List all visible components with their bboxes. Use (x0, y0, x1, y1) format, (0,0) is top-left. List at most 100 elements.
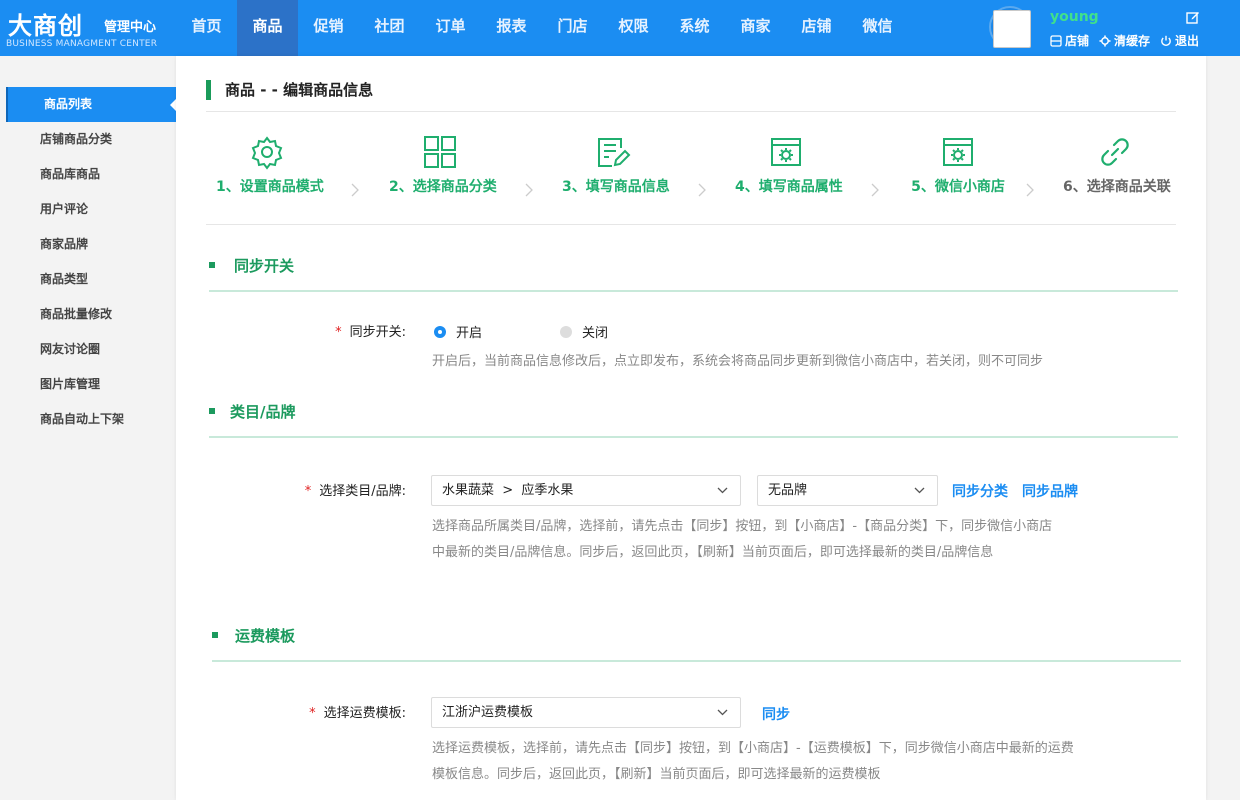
chevron-right-icon (525, 183, 533, 197)
chevron-right-icon (698, 183, 706, 197)
gear-icon (251, 136, 283, 170)
main-nav: 首页 商品 促销 社团 订单 报表 门店 权限 系统 商家 店铺 微信 (176, 0, 908, 56)
window-gear-icon (771, 138, 801, 166)
sync-switch-label-text: 同步开关: (349, 325, 406, 340)
step-2-label: 2、选择商品分类 (389, 179, 497, 195)
shipping-hint-line-2: 模板信息。同步后，返回此页，【刷新】当前页面后，即可选择最新的运费模板 (432, 767, 881, 782)
chevron-right-icon (871, 183, 879, 197)
brand-select-value: 无品牌 (768, 483, 808, 498)
sidebar-item-merchant-brands[interactable]: 商家品牌 (6, 227, 176, 262)
step-wizard: 1、设置商品模式 2、选择商品分类 3、填写商品信息 4、填写商品属性 5、微信… (206, 134, 1176, 204)
category-select[interactable]: 水果蔬菜 > 应季水果 (431, 475, 741, 506)
required-mark: * (304, 484, 312, 499)
required-mark: * (309, 706, 316, 721)
category-select-value: 水果蔬菜 > 应季水果 (442, 483, 574, 498)
logo[interactable]: 大商创 管理中心 BUSINESS MANAGMENT CENTER (6, 6, 178, 52)
main-panel: 商品 - - 编辑商品信息 1、设置商品模式 2、选择商品分类 3、填写商品信息… (176, 56, 1206, 800)
nav-shops[interactable]: 店铺 (786, 0, 847, 56)
sidebar-item-user-reviews[interactable]: 用户评论 (6, 192, 176, 227)
required-mark: * (335, 325, 342, 340)
store-icon (1050, 34, 1062, 47)
shipping-template-select[interactable]: 江浙沪运费模板 (431, 697, 741, 728)
category-hint-line-1: 选择商品所属类目/品牌，选择前，请先点击【同步】按钮，到【小商店】-【商品分类】… (432, 519, 1053, 534)
logout-link[interactable]: 退出 (1160, 32, 1199, 49)
chevron-right-icon (1026, 183, 1034, 197)
clear-cache-link[interactable]: 清缓存 (1099, 32, 1150, 49)
step-2[interactable]: 2、选择商品分类 (389, 134, 497, 196)
nav-orders[interactable]: 订单 (420, 0, 481, 56)
page-title: 商品 - - 编辑商品信息 (206, 80, 373, 100)
radio-unchecked-icon (560, 325, 572, 338)
sync-shipping-link[interactable]: 同步 (762, 704, 790, 724)
chevron-down-icon (717, 487, 728, 494)
user-links: 店铺 清缓存 退出 (1050, 32, 1199, 49)
nav-wechat[interactable]: 微信 (847, 0, 908, 56)
step-5-label: 5、微信小商店 (911, 179, 1005, 195)
nav-community[interactable]: 社团 (359, 0, 420, 56)
sidebar-item-goods-types[interactable]: 商品类型 (6, 262, 176, 297)
nav-stores[interactable]: 门店 (542, 0, 603, 56)
grid-icon (424, 136, 456, 168)
shipping-template-label-text: 选择运费模板: (323, 706, 406, 721)
step-3[interactable]: 3、填写商品信息 (562, 134, 670, 196)
store-link[interactable]: 店铺 (1050, 32, 1089, 49)
step-1[interactable]: 1、设置商品模式 (216, 134, 324, 196)
sidebar-item-discussion[interactable]: 网友讨论圈 (6, 332, 176, 367)
store-link-label: 店铺 (1065, 34, 1090, 48)
section-bullet (212, 632, 218, 638)
chevron-right-icon (351, 183, 359, 197)
sync-hint: 开启后，当前商品信息修改后，点立即发布，系统会将商品同步更新到微信小商店中，若关… (432, 354, 1044, 369)
sync-on-label: 开启 (456, 326, 483, 341)
logo-sub-text: 管理中心 (104, 20, 157, 35)
radio-checked-icon (434, 325, 446, 338)
step-5[interactable]: 5、微信小商店 (903, 134, 1013, 196)
step-6[interactable]: 6、选择商品关联 (1063, 134, 1171, 196)
nav-reports[interactable]: 报表 (481, 0, 542, 56)
clear-cache-label: 清缓存 (1114, 34, 1151, 48)
sync-on-radio[interactable]: 开启 (434, 322, 482, 341)
sidebar-item-image-library[interactable]: 图片库管理 (6, 367, 176, 402)
shipping-hint-line-1: 选择运费模板，选择前，请先点击【同步】按钮，到【小商店】-【运费模板】下，同步微… (432, 741, 1074, 756)
top-bar: 大商创 管理中心 BUSINESS MANAGMENT CENTER 首页 商品… (0, 0, 1240, 56)
sync-category-link[interactable]: 同步分类 (952, 481, 1008, 501)
logo-main-text: 大商创 (8, 12, 83, 40)
sync-brand-link[interactable]: 同步品牌 (1022, 481, 1078, 501)
username: young (1050, 9, 1099, 25)
divider (206, 224, 1176, 225)
step-4-label: 4、填写商品属性 (735, 179, 843, 195)
logo-english-text: BUSINESS MANAGMENT CENTER (6, 39, 158, 49)
power-icon (1161, 35, 1171, 46)
sidebar-item-batch-edit[interactable]: 商品批量修改 (6, 297, 176, 332)
window-gear-icon (943, 138, 973, 166)
section-title-category: 类目/品牌 (230, 403, 296, 421)
avatar[interactable] (989, 6, 1031, 48)
nav-goods[interactable]: 商品 (237, 0, 298, 56)
sidebar-item-library-goods[interactable]: 商品库商品 (6, 157, 176, 192)
brand-select[interactable]: 无品牌 (757, 475, 938, 506)
step-4[interactable]: 4、填写商品属性 (735, 134, 843, 196)
nav-merchants[interactable]: 商家 (725, 0, 786, 56)
logout-label: 退出 (1175, 34, 1200, 48)
divider (206, 111, 1176, 112)
nav-home[interactable]: 首页 (176, 0, 237, 56)
sidebar-item-goods-list[interactable]: 商品列表 (6, 87, 177, 122)
step-1-label: 1、设置商品模式 (216, 179, 324, 195)
nav-system[interactable]: 系统 (664, 0, 725, 56)
section-divider (212, 660, 1181, 662)
gear-icon (1099, 35, 1111, 46)
edit-icon[interactable] (1186, 10, 1200, 24)
section-bullet (209, 262, 215, 268)
link-icon (1101, 138, 1129, 166)
category-hint-line-2: 中最新的类目/品牌信息。同步后，返回此页，【刷新】当前页面后，即可选择最新的类目… (432, 545, 994, 560)
sidebar-item-auto-listing[interactable]: 商品自动上下架 (6, 402, 176, 437)
sync-off-radio[interactable]: 关闭 (560, 322, 608, 341)
section-bullet (209, 408, 215, 414)
shipping-template-value: 江浙沪运费模板 (442, 705, 534, 720)
section-title-shipping: 运费模板 (235, 627, 296, 645)
sync-switch-label: * 同步开关: (326, 321, 406, 340)
sidebar-item-shop-categories[interactable]: 店铺商品分类 (6, 122, 176, 157)
category-brand-label-text: 选择类目/品牌: (319, 484, 406, 499)
nav-promotion[interactable]: 促销 (298, 0, 359, 56)
nav-permissions[interactable]: 权限 (603, 0, 664, 56)
avatar-image (993, 10, 1031, 48)
